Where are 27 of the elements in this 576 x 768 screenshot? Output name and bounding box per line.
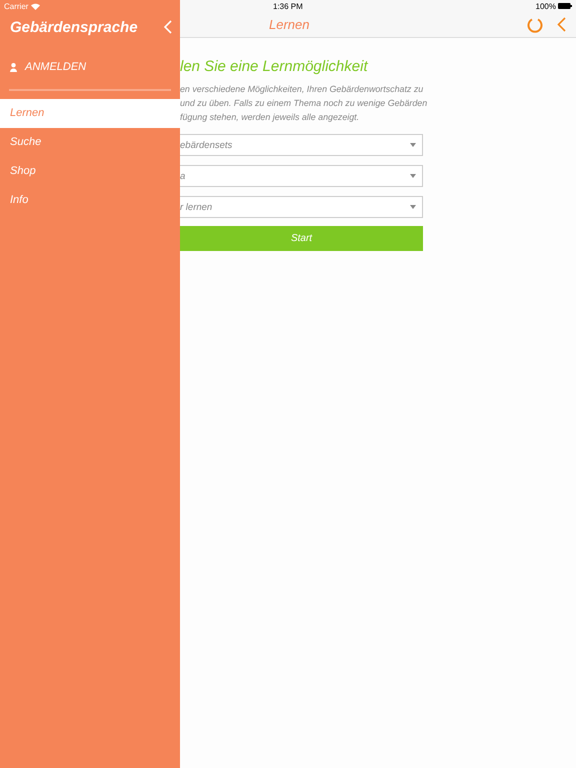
caret-icon	[410, 174, 416, 178]
intro-text: en verschiedene Möglichkeiten, Ihren Gebärdenwortschatz zu	[180, 83, 424, 96]
battery-label: 100%	[536, 2, 556, 10]
menu-item[interactable]: Suche	[0, 128, 180, 157]
page-heading: len Sie eine Lernmöglichkeit	[180, 58, 370, 75]
carrier-label: Carrier	[4, 2, 28, 10]
intro-text: und zu üben. Falls zu einem Thema noch zu wenige Gebärden	[180, 97, 428, 110]
caret-icon	[410, 205, 416, 209]
menu-item[interactable]: Info	[0, 186, 180, 215]
caret-icon	[410, 143, 416, 147]
start-button[interactable]: Start	[180, 226, 423, 251]
intro-text: fügung stehen, werden jeweils alle angezeigt.	[180, 111, 360, 124]
dropdown-field[interactable]: a	[180, 165, 423, 187]
menu-item[interactable]: Lernen	[0, 99, 180, 128]
user-icon	[10, 62, 17, 72]
menu-item[interactable]: Shop	[0, 157, 180, 186]
dropdown-field[interactable]: r lernen	[180, 196, 423, 218]
chevron-left-icon[interactable]	[164, 20, 172, 34]
status-time: 1:36 PM	[273, 2, 304, 10]
back-chevron-icon[interactable]	[557, 17, 566, 32]
battery-icon	[558, 3, 572, 9]
nav-title: Lernen	[269, 17, 310, 32]
wifi-icon	[31, 2, 40, 10]
login-link[interactable]: ANMELDEN	[25, 61, 86, 73]
drawer-title: Gebärdensprache	[10, 18, 138, 36]
refresh-icon[interactable]	[527, 16, 543, 32]
dropdown-field[interactable]: ebärdensets	[180, 134, 423, 156]
